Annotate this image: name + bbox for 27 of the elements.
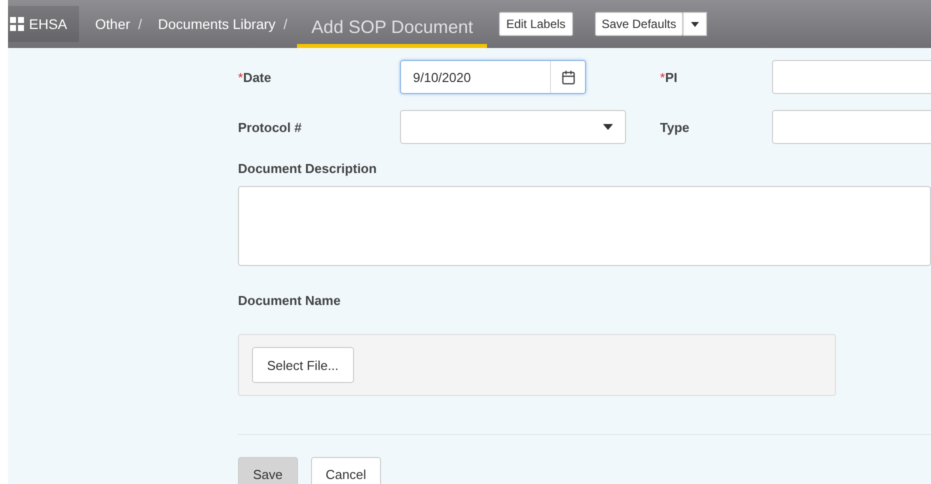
field-label: Document Name (238, 293, 341, 308)
breadcrumb-link[interactable]: Other (95, 16, 130, 32)
description-textarea[interactable] (238, 186, 931, 266)
dropdown-button[interactable] (683, 12, 708, 36)
app-menu[interactable]: EHSA (8, 6, 80, 42)
field-label: Protocol # (238, 120, 303, 134)
app-name[interactable]: EHSA (29, 16, 68, 32)
breadcrumb-separator: / (138, 16, 142, 32)
breadcrumb-link[interactable]: Documents Library (158, 16, 276, 32)
field-label: *PI (660, 70, 678, 84)
select-file-button[interactable]: Select File... (252, 347, 354, 383)
dropdown-caret-icon[interactable] (603, 124, 613, 130)
save-button[interactable]: Save (238, 457, 298, 484)
text-field[interactable] (772, 60, 931, 94)
field-label: *Date (238, 70, 272, 84)
breadcrumb-separator: / (284, 16, 288, 32)
field-label: Type (660, 120, 690, 134)
grid-icon (10, 17, 24, 31)
calendar-icon[interactable] (560, 70, 576, 84)
caret-icon (691, 22, 700, 26)
date-field[interactable]: 9/10/2020 (400, 60, 586, 94)
dropdown-field[interactable] (400, 110, 626, 144)
cancel-button[interactable]: Cancel (310, 457, 382, 484)
save-defaults-button[interactable]: Save Defaults (594, 12, 684, 36)
toolbar-button[interactable]: Edit Labels (499, 12, 573, 36)
field-label: Document Description (238, 161, 377, 176)
text-field[interactable] (772, 110, 931, 144)
